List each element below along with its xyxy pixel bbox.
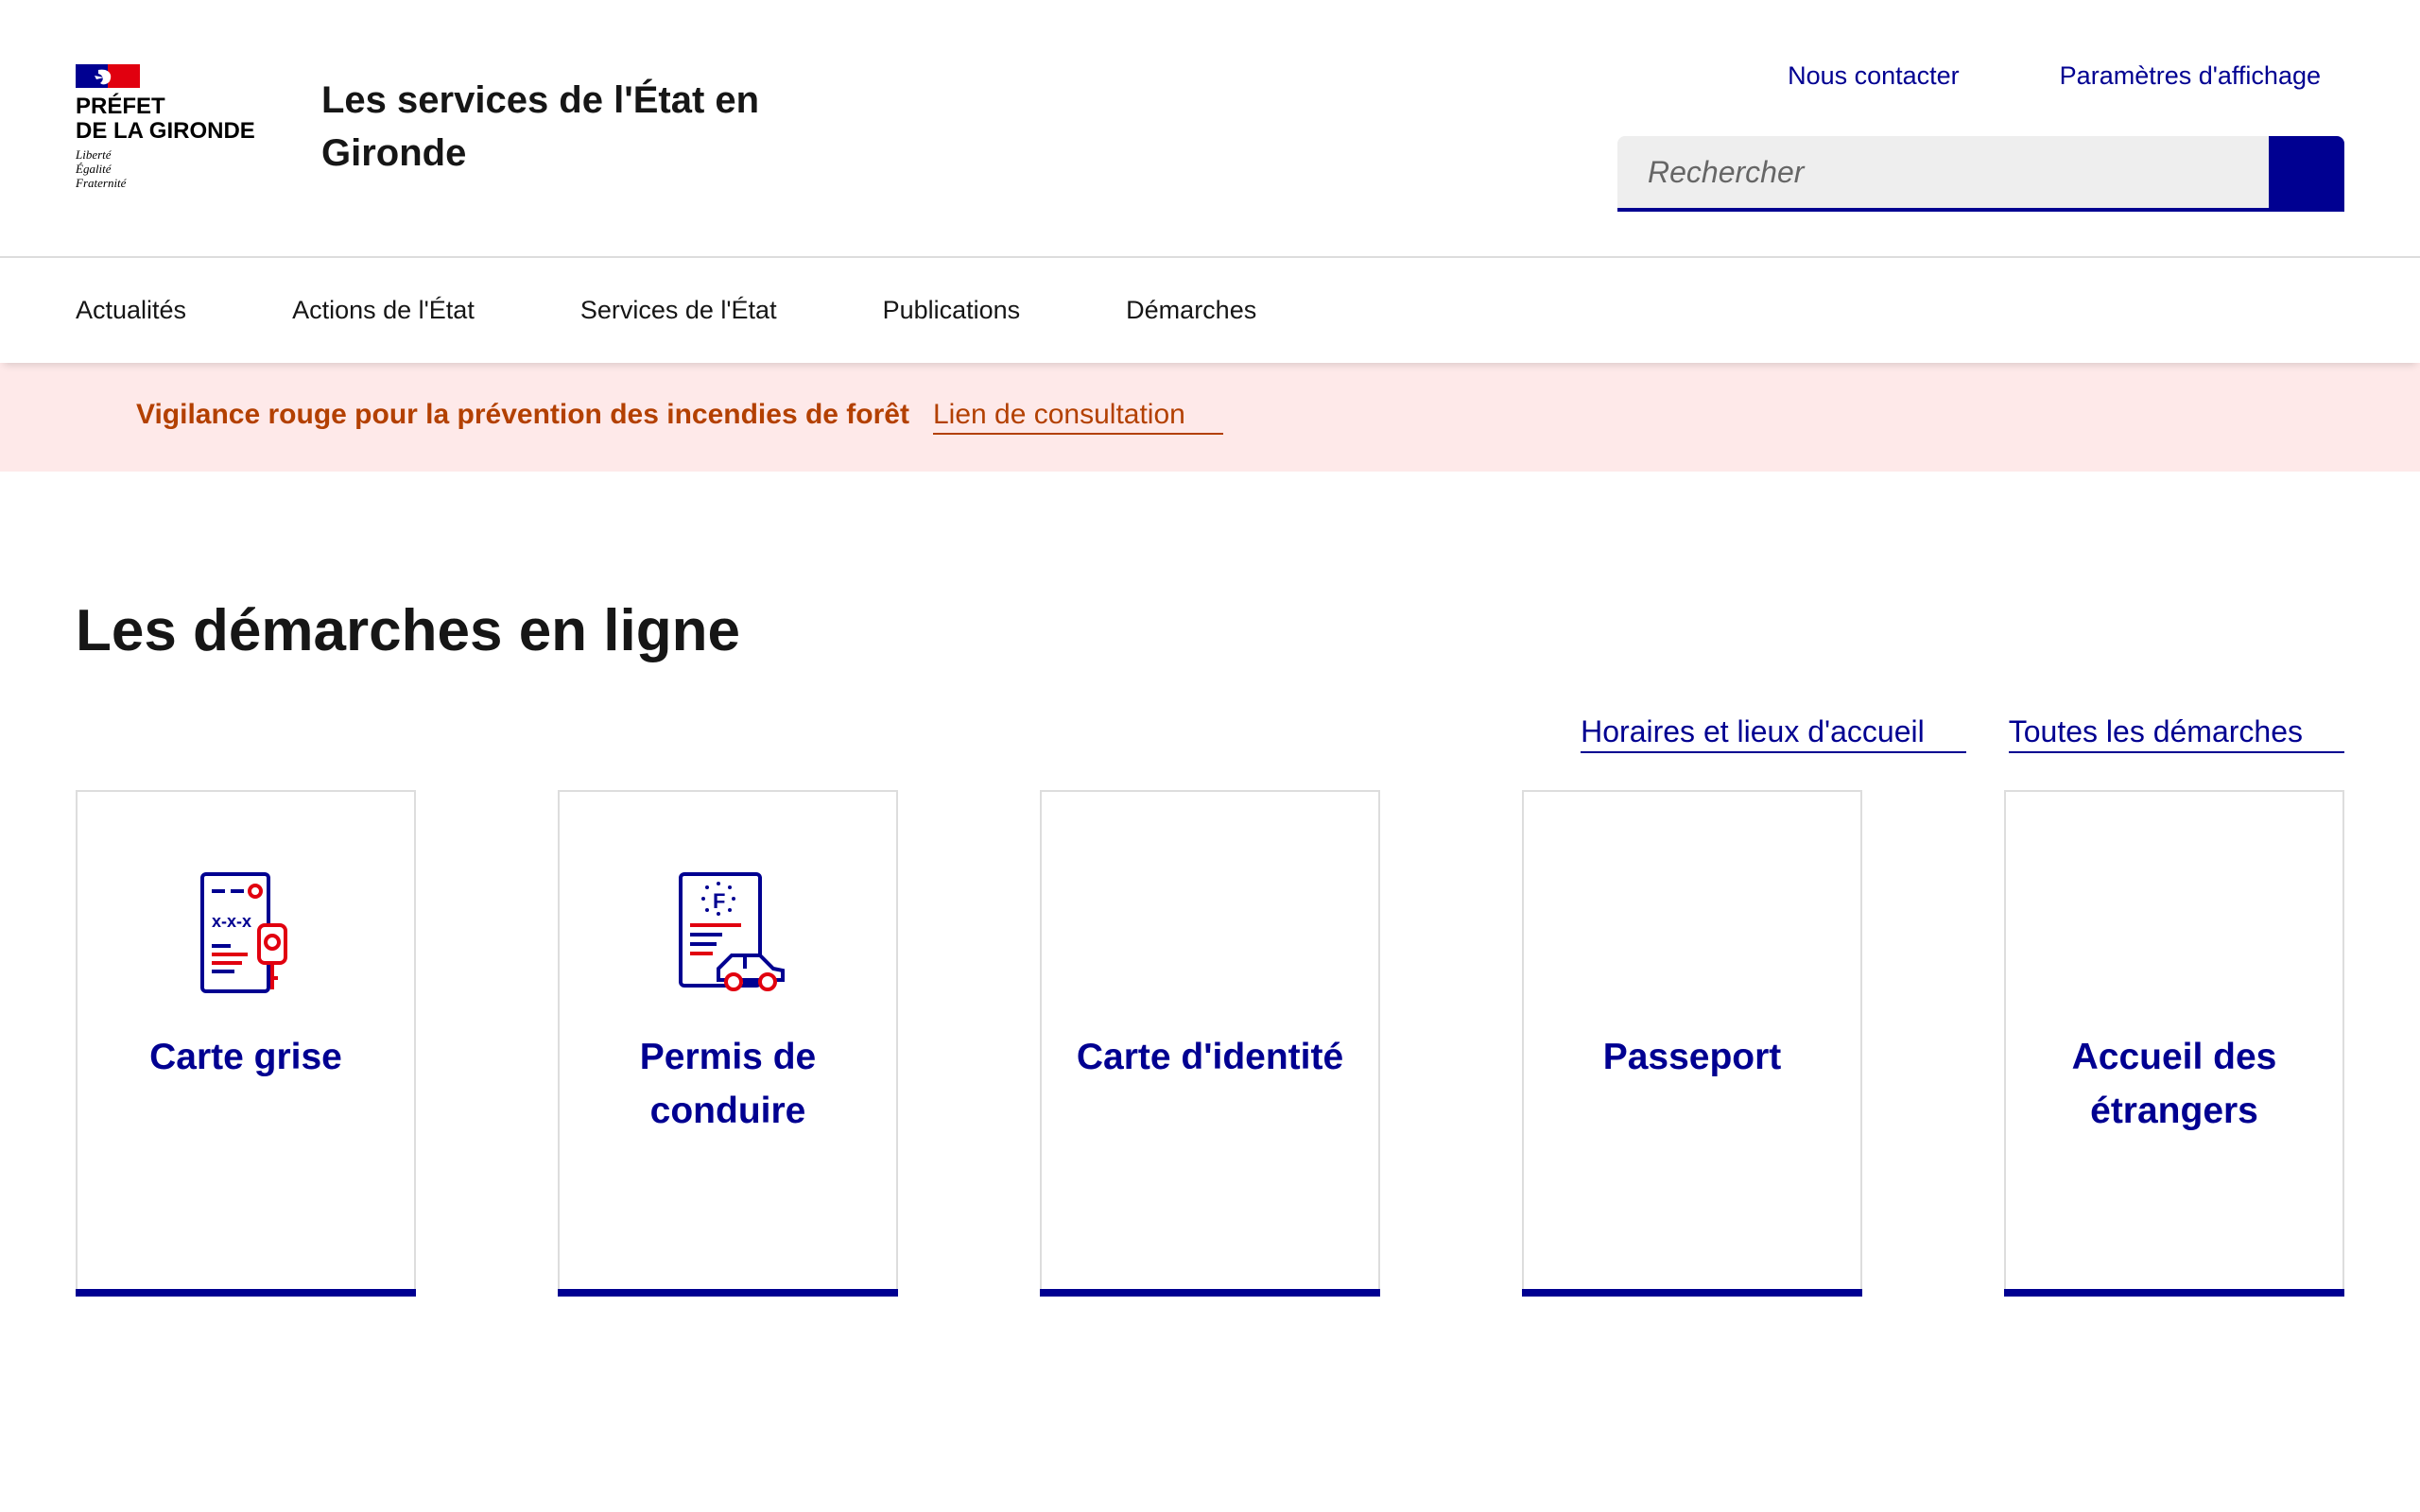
site-header: PRÉFET DE LA GIRONDE Liberté Égalité Fra… xyxy=(0,0,2420,258)
nav-item-actions[interactable]: Actions de l'État xyxy=(292,296,475,324)
driving-licence-icon: F xyxy=(679,872,785,991)
search-input[interactable] xyxy=(1617,136,2269,212)
tile-carte-grise[interactable]: x-x-x Carte grise xyxy=(76,790,416,1297)
demarches-links: Horaires et lieux d'accueil Toutes les d… xyxy=(1581,714,2344,753)
marianne-flag-icon xyxy=(76,64,140,88)
vehicle-registration-icon: x-x-x xyxy=(200,872,287,993)
all-demarches-link[interactable]: Toutes les démarches xyxy=(2008,714,2344,753)
tile-title: Passeport xyxy=(1602,1037,1782,1077)
search-button[interactable] xyxy=(2269,136,2344,212)
service-title[interactable]: Les services de l'État en Gironde xyxy=(321,74,813,180)
search-bar xyxy=(1617,136,2344,212)
nav-item-services[interactable]: Services de l'État xyxy=(580,296,777,324)
tile-title: Carte grise xyxy=(149,1037,342,1077)
tile-passeport[interactable]: Passeport xyxy=(1522,790,1862,1297)
tile-accueil-etrangers[interactable]: Accueil des étrangers xyxy=(2004,790,2344,1297)
nav-item-demarches[interactable]: Démarches xyxy=(1126,296,1256,324)
svg-text:F: F xyxy=(713,889,725,913)
search-icon xyxy=(2294,162,2320,187)
prefecture-logo[interactable]: PRÉFET DE LA GIRONDE Liberté Égalité Fra… xyxy=(76,64,265,190)
alert-banner: Vigilance rouge pour la prévention des i… xyxy=(0,363,2420,472)
tile-permis[interactable]: F Permis de conduire xyxy=(558,790,898,1297)
tile-title: Carte d'identité xyxy=(1076,1037,1344,1077)
header-tools: Nous contacter Paramètres d'affichage xyxy=(1788,60,2321,91)
prefet-name: PRÉFET DE LA GIRONDE xyxy=(76,94,255,144)
opening-hours-link[interactable]: Horaires et lieux d'accueil xyxy=(1581,714,1966,753)
nav-item-actualites[interactable]: Actualités xyxy=(76,296,186,324)
demarches-tiles: x-x-x Carte grise F Permis de conduire C… xyxy=(76,790,2344,1297)
tile-carte-identite[interactable]: Carte d'identité xyxy=(1040,790,1380,1297)
page-title: Les démarches en ligne xyxy=(76,598,740,663)
nav-item-publications[interactable]: Publications xyxy=(883,296,1021,324)
tile-title: Permis de conduire xyxy=(639,1037,817,1131)
alert-link[interactable]: Lien de consultation xyxy=(932,399,1223,435)
alert-title: Vigilance rouge pour la prévention des i… xyxy=(136,399,909,430)
display-settings-link[interactable]: Paramètres d'affichage xyxy=(2060,60,2321,91)
svg-text:x-x-x: x-x-x xyxy=(212,912,251,931)
contact-link[interactable]: Nous contacter xyxy=(1788,60,1960,91)
main-navigation: Actualités Actions de l'État Services de… xyxy=(0,258,2420,363)
devise: Liberté Égalité Fraternité xyxy=(76,147,127,190)
tile-title: Accueil des étrangers xyxy=(2071,1037,2277,1131)
